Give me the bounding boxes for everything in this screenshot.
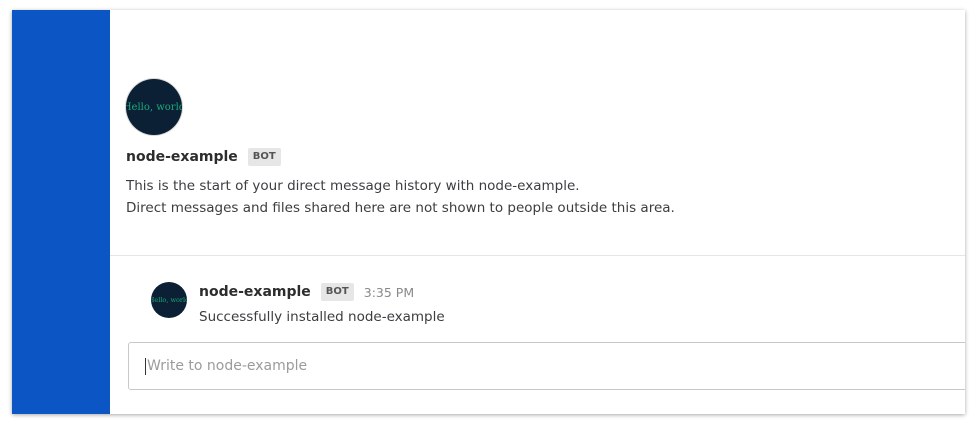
bot-avatar[interactable]: Hello, world: [126, 79, 182, 135]
sidebar: [12, 10, 110, 414]
post-header: node-example BOT 3:35 PM: [199, 282, 414, 302]
intro-line-1: This is the start of your direct message…: [126, 178, 580, 194]
post-bot-badge: BOT: [320, 283, 354, 301]
post-avatar[interactable]: Hello, world: [151, 282, 187, 318]
post-message: Successfully installed node-example: [199, 309, 445, 325]
bot-name[interactable]: node-example: [126, 149, 238, 165]
channel-view: Hello, world node-example BOT This is th…: [110, 10, 965, 414]
post: Hello, world node-example BOT 3:35 PM Su…: [110, 278, 965, 338]
bot-badge: BOT: [247, 148, 281, 166]
app-window: Hello, world node-example BOT This is th…: [12, 10, 965, 414]
intro-description: This is the start of your direct message…: [126, 175, 675, 219]
intro-line-2: Direct messages and files shared here ar…: [126, 200, 675, 216]
message-input-placeholder: Write to node-example: [147, 358, 308, 374]
post-time[interactable]: 3:35 PM: [364, 285, 414, 300]
avatar-text: Hello, world: [126, 101, 182, 113]
intro-header: node-example BOT: [126, 147, 281, 167]
text-caret: [145, 357, 146, 375]
post-author[interactable]: node-example: [199, 284, 311, 300]
post-avatar-text: Hello, world: [151, 296, 187, 304]
message-input[interactable]: Write to node-example: [128, 342, 965, 390]
divider: [110, 255, 965, 256]
